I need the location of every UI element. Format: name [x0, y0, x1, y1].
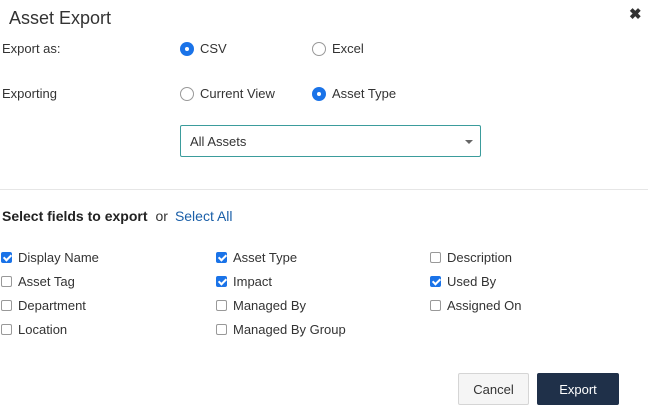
checkbox-managed-by[interactable]: [216, 300, 227, 311]
field-asset-tag[interactable]: Asset Tag: [1, 274, 75, 289]
fields-heading: Select fields to export: [2, 208, 148, 224]
close-icon[interactable]: ✖: [629, 7, 642, 22]
field-asset-type-label: Asset Type: [233, 250, 298, 265]
exporting-label: Exporting: [2, 86, 57, 101]
field-managed-by-label: Managed By: [233, 298, 306, 313]
radio-current-view-indicator[interactable]: [180, 86, 194, 101]
field-department-label: Department: [18, 298, 86, 313]
field-department[interactable]: Department: [1, 298, 86, 313]
radio-current-view-label: Current View: [200, 86, 275, 101]
field-assigned-on[interactable]: Assigned On: [430, 298, 521, 313]
chevron-down-icon: [465, 140, 473, 144]
checkbox-managed-by-group[interactable]: [216, 324, 227, 335]
dialog-title: Asset Export: [9, 8, 112, 28]
field-used-by-label: Used By: [447, 274, 497, 289]
checkbox-asset-type[interactable]: [216, 252, 227, 263]
checkbox-asset-tag[interactable]: [1, 276, 12, 287]
select-all-link[interactable]: Select All: [175, 208, 233, 224]
radio-asset-type-indicator[interactable]: [312, 86, 326, 101]
field-managed-by-group-label: Managed By Group: [233, 322, 346, 337]
checkbox-used-by[interactable]: [430, 276, 441, 287]
field-location[interactable]: Location: [1, 322, 67, 337]
fields-or-text: or: [155, 208, 168, 224]
asset-type-select[interactable]: All Assets: [180, 125, 481, 157]
radio-csv-label: CSV: [200, 41, 227, 56]
radio-current-view[interactable]: Current View: [180, 86, 275, 101]
checkbox-assigned-on[interactable]: [430, 300, 441, 311]
field-description-label: Description: [447, 250, 513, 265]
field-display-name-label: Display Name: [18, 250, 99, 265]
radio-asset-type-label: Asset Type: [332, 86, 397, 101]
field-location-label: Location: [18, 322, 68, 337]
field-assigned-on-label: Assigned On: [447, 298, 522, 313]
field-used-by[interactable]: Used By: [430, 274, 496, 289]
field-managed-by-group[interactable]: Managed By Group: [216, 322, 346, 337]
radio-csv[interactable]: CSV: [180, 41, 227, 56]
radio-asset-type[interactable]: Asset Type: [312, 86, 396, 101]
radio-excel[interactable]: Excel: [312, 41, 364, 56]
export-as-label: Export as:: [2, 41, 61, 56]
checkbox-impact[interactable]: [216, 276, 227, 287]
field-asset-tag-label: Asset Tag: [18, 274, 75, 289]
fields-heading-row: Select fields to export or Select All: [2, 208, 233, 224]
checkbox-display-name[interactable]: [1, 252, 12, 263]
checkbox-description[interactable]: [430, 252, 441, 263]
cancel-button[interactable]: Cancel: [458, 373, 529, 405]
divider: [0, 189, 648, 190]
asset-type-select-value: All Assets: [190, 133, 247, 149]
export-button[interactable]: Export: [537, 373, 619, 405]
checkbox-department[interactable]: [1, 300, 12, 311]
radio-excel-label: Excel: [332, 41, 364, 56]
field-asset-type[interactable]: Asset Type: [216, 250, 297, 265]
checkbox-location[interactable]: [1, 324, 12, 335]
field-managed-by[interactable]: Managed By: [216, 298, 306, 313]
field-impact-label: Impact: [233, 274, 273, 289]
radio-excel-indicator[interactable]: [312, 41, 326, 56]
field-impact[interactable]: Impact: [216, 274, 272, 289]
field-display-name[interactable]: Display Name: [1, 250, 99, 265]
radio-csv-indicator[interactable]: [180, 41, 194, 56]
field-description[interactable]: Description: [430, 250, 512, 265]
